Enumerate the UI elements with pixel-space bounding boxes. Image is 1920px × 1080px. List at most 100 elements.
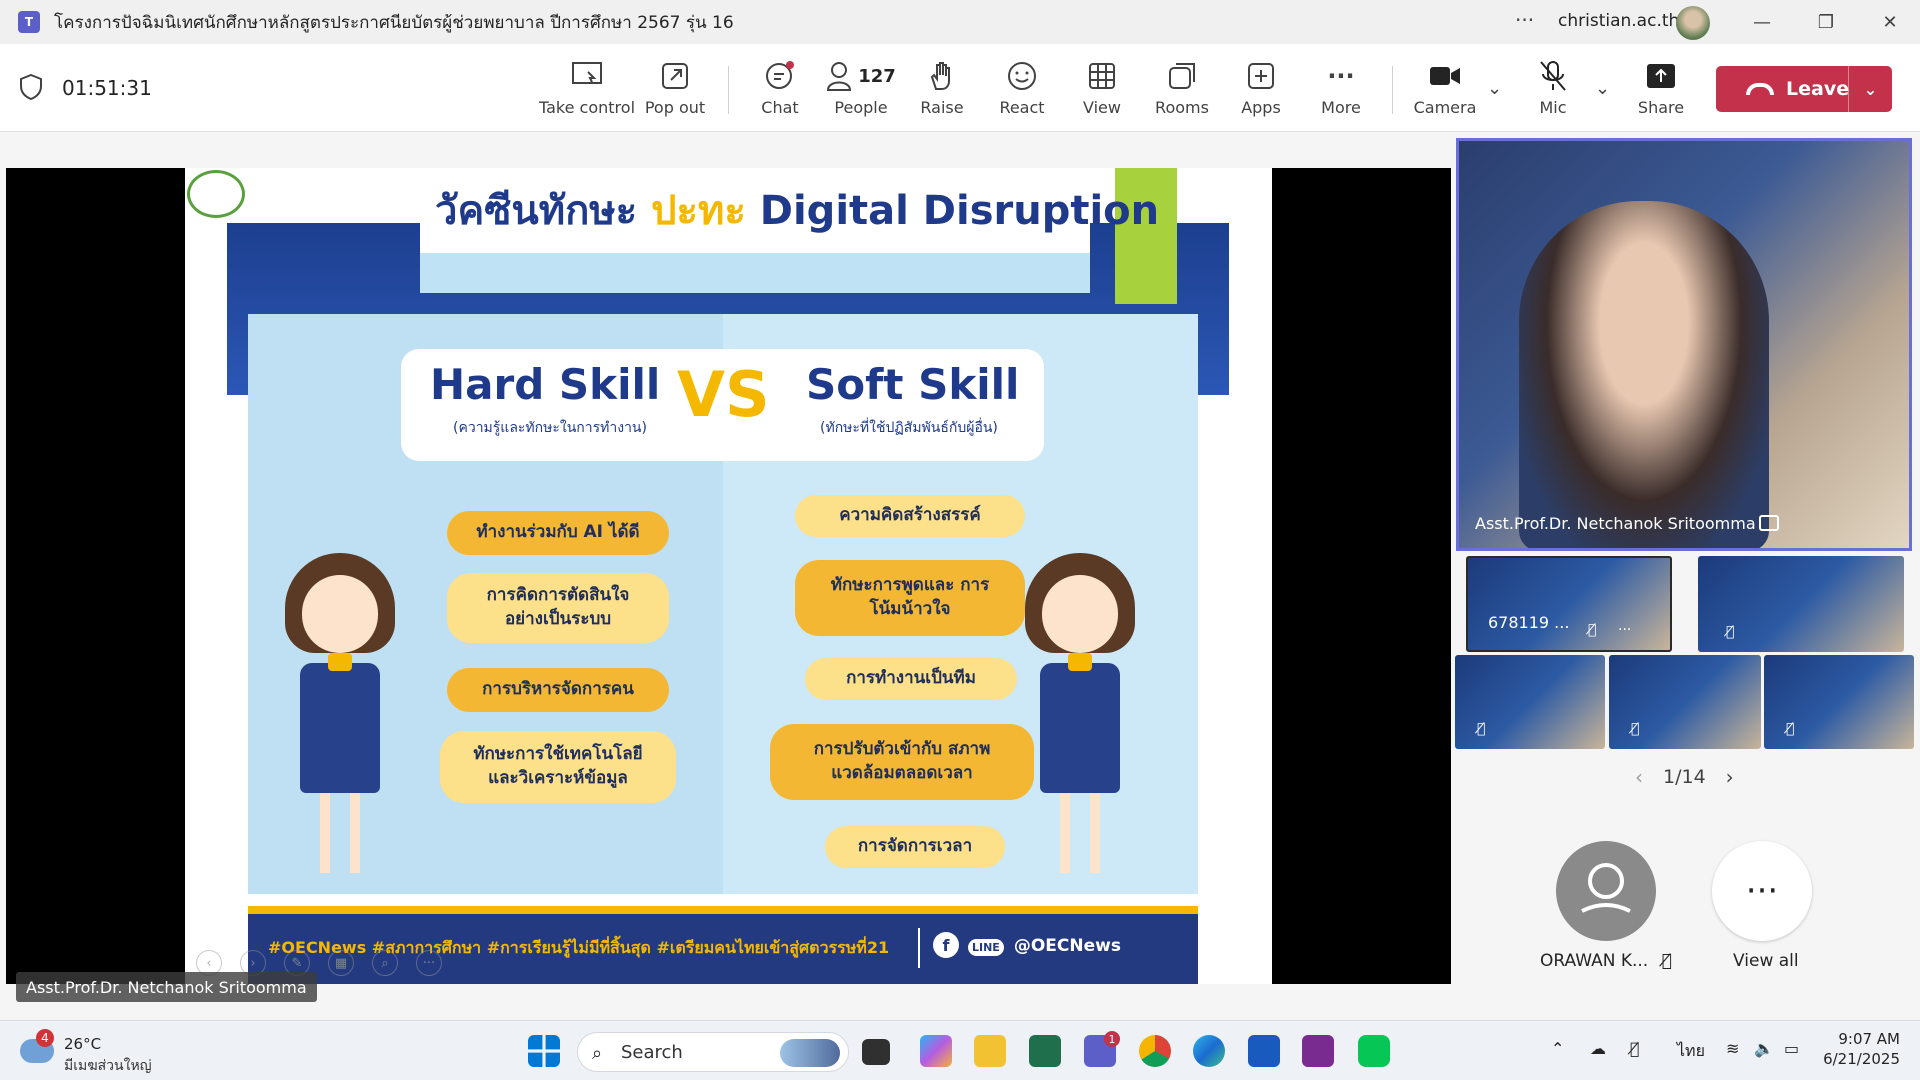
camera-icon	[1430, 67, 1460, 85]
slides-overview-icon[interactable]: ▦	[328, 950, 354, 976]
camera-options-chevron-icon[interactable]: ⌄	[1487, 78, 1502, 99]
react-button[interactable]: React	[982, 58, 1062, 124]
social-handle: LINE @OECNews	[968, 936, 1121, 956]
task-view-icon[interactable]	[862, 1039, 890, 1065]
mic-off-icon: 🎙̸	[1661, 951, 1672, 971]
mic-off-icon: 🎙̸	[1726, 624, 1735, 640]
take-control-button[interactable]: Take control	[539, 58, 635, 124]
wifi-icon[interactable]: ≋	[1726, 1039, 1739, 1058]
camera-button[interactable]: Camera	[1405, 58, 1485, 124]
mic-options-chevron-icon[interactable]: ⌄	[1595, 78, 1610, 99]
next-page-icon[interactable]: ›	[1726, 765, 1734, 789]
zoom-icon[interactable]: ⌕	[372, 950, 398, 976]
file-explorer-icon[interactable]	[974, 1035, 1006, 1067]
more-label: More	[1321, 98, 1361, 117]
participant-tile[interactable]: 🎙̸	[1455, 655, 1605, 749]
ellipsis-icon[interactable]: ···	[1515, 8, 1534, 32]
hand-icon	[930, 62, 950, 90]
student-illustration-left	[280, 553, 400, 883]
participant-tile[interactable]: 🎙̸	[1698, 556, 1904, 652]
mic-off-icon[interactable]: 🎙̸	[1630, 1039, 1640, 1058]
hard-skill-subtitle: (ความรู้และทักษะในการทำงาน)	[453, 420, 647, 436]
grid-icon	[1089, 63, 1115, 89]
hard-skill-item: ทักษะการใช้เทคโนโลยี และวิเคราะห์ข้อมูล	[440, 731, 676, 803]
more-options-icon[interactable]: ···	[416, 950, 442, 976]
store-icon[interactable]	[1029, 1035, 1061, 1067]
input-language[interactable]: ไทย	[1677, 1039, 1705, 1064]
soft-skill-item: ทักษะการพูดและ การโน้มน้าวใจ	[795, 560, 1025, 636]
people-icon	[827, 62, 852, 91]
rooms-icon	[1169, 63, 1195, 89]
account-name[interactable]: christian.ac.th	[1558, 11, 1679, 31]
onedrive-icon[interactable]: ☁	[1590, 1039, 1606, 1058]
avatar[interactable]	[1676, 6, 1710, 40]
participant-tile[interactable]: 678119 ... 🎙̸ ···	[1466, 556, 1672, 652]
mic-off-icon: 🎙̸	[1477, 721, 1486, 737]
raise-hand-button[interactable]: Raise	[902, 58, 982, 124]
word-icon[interactable]	[1248, 1035, 1280, 1067]
view-button[interactable]: View	[1062, 58, 1142, 124]
share-button[interactable]: Share	[1621, 58, 1701, 124]
leave-options-chevron-icon[interactable]: ⌄	[1848, 66, 1892, 112]
close-icon[interactable]: ✕	[1870, 6, 1910, 38]
meeting-toolbar: 01:51:31 Take control Pop out Chat 127 P…	[0, 44, 1920, 132]
rooms-label: Rooms	[1155, 98, 1209, 117]
speaker-name: Asst.Prof.Dr. Netchanok Sritoomma	[1475, 514, 1756, 533]
battery-icon[interactable]: ▭	[1784, 1039, 1799, 1058]
leave-label: Leave	[1786, 78, 1850, 100]
restore-icon[interactable]: ❐	[1806, 6, 1846, 38]
volume-icon[interactable]: 🔈	[1754, 1039, 1774, 1058]
chat-button[interactable]: Chat	[740, 58, 820, 124]
share-label: Share	[1637, 98, 1685, 117]
pop-out-icon	[662, 63, 688, 89]
mic-off-icon: 🎙̸	[1631, 721, 1640, 737]
presentation-slide: วัคซีนทักษะ ปะทะ Digital Disruption Hard…	[185, 168, 1272, 984]
chrome-icon[interactable]	[1139, 1035, 1171, 1067]
screen-share-icon	[1759, 515, 1779, 531]
participant-avatar[interactable]	[1556, 841, 1656, 941]
apps-label: Apps	[1241, 98, 1281, 117]
soft-skill-subtitle: (ทักษะที่ใช้ปฏิสัมพันธ์กับผู้อื่น)	[820, 420, 998, 436]
soft-skill-heading: Soft Skill	[806, 360, 1020, 409]
participant-tile[interactable]: 🎙̸	[1764, 655, 1914, 749]
ellipsis-icon: ···	[1327, 62, 1355, 90]
weather-badge: 4	[36, 1029, 54, 1047]
show-hidden-icons-chevron-icon[interactable]: ⌃	[1551, 1039, 1564, 1058]
raise-label: Raise	[920, 98, 964, 117]
windows-start-icon[interactable]	[528, 1035, 560, 1067]
minimize-icon[interactable]: —	[1742, 6, 1782, 38]
student-illustration-right	[1020, 553, 1140, 883]
ellipsis-icon[interactable]: ···	[1618, 622, 1636, 640]
hard-skill-heading: Hard Skill	[430, 360, 661, 409]
mic-label: Mic	[1539, 98, 1567, 117]
monitor-icon	[572, 62, 602, 84]
soft-skill-item: การทำงานเป็นทีม	[805, 658, 1017, 700]
mic-off-icon: 🎙̸	[1786, 721, 1795, 737]
participant-tile[interactable]: 🎙̸	[1609, 655, 1761, 749]
pop-out-button[interactable]: Pop out	[635, 58, 715, 124]
leave-button[interactable]: Leave ⌄	[1716, 66, 1892, 112]
line-app-icon[interactable]	[1358, 1035, 1390, 1067]
mic-button[interactable]: Mic	[1513, 58, 1593, 124]
presenter-name-tag: Asst.Prof.Dr. Netchanok Sritoomma	[16, 972, 317, 1002]
system-clock[interactable]: 9:07 AM 6/21/2025	[1810, 1029, 1900, 1069]
apps-button[interactable]: Apps	[1221, 58, 1301, 124]
clock-time: 9:07 AM	[1838, 1030, 1900, 1048]
previous-page-icon[interactable]: ‹	[1635, 765, 1643, 789]
rooms-button[interactable]: Rooms	[1142, 58, 1222, 124]
copilot-icon[interactable]	[920, 1035, 952, 1067]
pop-out-label: Pop out	[644, 98, 706, 117]
add-app-icon	[1248, 63, 1274, 89]
chat-label: Chat	[761, 98, 799, 117]
vs-label: VS	[677, 358, 770, 431]
view-all-button[interactable]: ···	[1712, 841, 1812, 941]
pdf-app-icon[interactable]	[1302, 1035, 1334, 1067]
people-button[interactable]: 127 People	[821, 58, 901, 124]
speaker-video-tile[interactable]: Asst.Prof.Dr. Netchanok Sritoomma	[1456, 138, 1912, 551]
more-button[interactable]: ··· More	[1301, 58, 1381, 124]
mic-off-icon	[1540, 61, 1566, 91]
slide-title: วัคซีนทักษะ ปะทะ Digital Disruption	[435, 188, 1160, 234]
taskbar-search[interactable]: ⌕ Search	[577, 1032, 849, 1072]
meeting-timer: 01:51:31	[62, 76, 152, 100]
edge-icon[interactable]	[1193, 1035, 1225, 1067]
